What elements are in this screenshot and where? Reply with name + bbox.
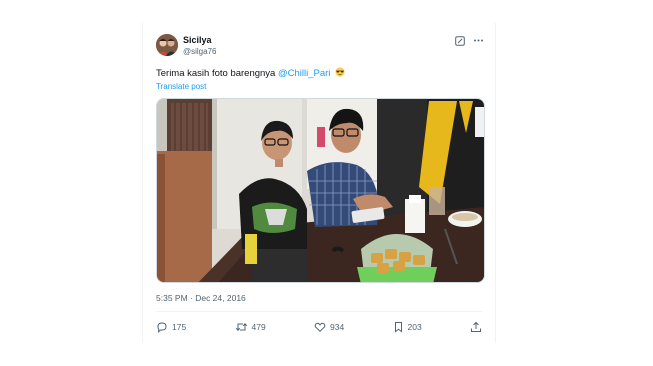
sunglasses-emoji-icon (335, 67, 345, 77)
grok-icon[interactable] (454, 35, 465, 46)
bookmark-count: 203 (407, 322, 422, 332)
repost-count: 479 (251, 322, 266, 332)
repost-icon (235, 321, 248, 333)
tweet-top-actions (454, 35, 484, 46)
more-icon[interactable] (473, 35, 484, 46)
tweet-photo[interactable] (156, 98, 485, 283)
display-name[interactable]: Sicilya (183, 35, 212, 45)
avatar[interactable] (156, 34, 178, 56)
tweet-action-bar: 175 479 934 203 (156, 320, 482, 334)
translate-post-link[interactable]: Translate post (156, 82, 206, 91)
divider (156, 311, 482, 312)
user-handle[interactable]: @silga76 (183, 47, 216, 56)
reply-button[interactable]: 175 (156, 321, 186, 333)
like-button[interactable]: 934 (314, 321, 344, 333)
bookmark-icon (393, 321, 404, 333)
bookmark-button[interactable]: 203 (393, 321, 422, 333)
reply-icon (156, 321, 168, 333)
share-icon (470, 321, 482, 333)
reply-count: 175 (172, 322, 187, 332)
tweet-card: Sicilya @silga76 Terima kasih foto baren… (142, 23, 496, 343)
mention-link[interactable]: @Chilli_Pari (278, 68, 330, 79)
share-button[interactable] (470, 321, 482, 333)
like-icon (314, 321, 326, 333)
like-count: 934 (330, 322, 345, 332)
tweet-text-body: Terima kasih foto barengnya (156, 68, 278, 79)
tweet-timestamp[interactable]: 5:35 PM · Dec 24, 2016 (156, 293, 246, 303)
tweet-text: Terima kasih foto barengnya @Chilli_Pari (156, 67, 345, 79)
repost-button[interactable]: 479 (235, 321, 266, 333)
